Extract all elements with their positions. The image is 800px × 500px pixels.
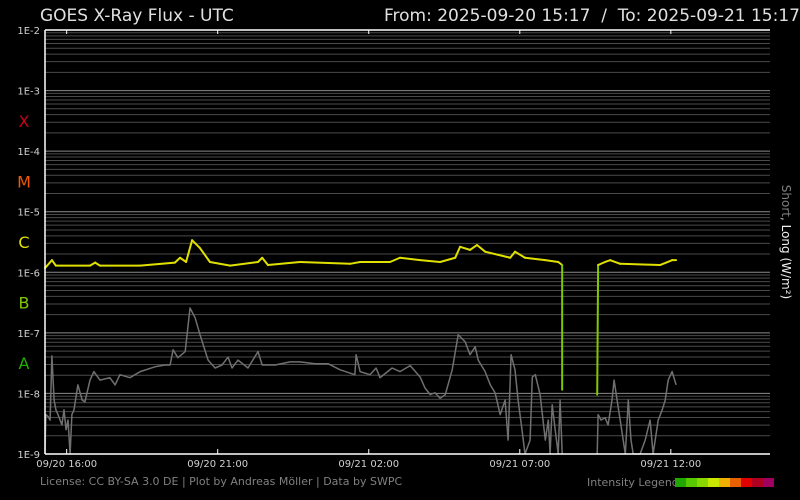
y-tick-label: 1E-3	[17, 87, 40, 98]
line-segment	[619, 262, 662, 267]
line-segment	[439, 256, 457, 263]
line-segment	[475, 244, 487, 253]
flare-class-A: A	[19, 354, 30, 373]
legend-swatch	[697, 478, 708, 487]
y-tick-label: 1E-4	[17, 147, 40, 158]
line-segment	[544, 259, 560, 263]
y-tick-label: 1E-6	[17, 268, 40, 279]
y-axis-label-short: Short	[779, 185, 793, 217]
x-tick-label: 09/21 07:00	[489, 459, 550, 470]
line-segment	[198, 247, 211, 263]
line-segment	[229, 260, 259, 267]
x-tick-label: 09/21 12:00	[640, 459, 701, 470]
line-segment	[597, 260, 607, 267]
line-path	[44, 307, 677, 455]
x-tick-label: 09/21 02:00	[338, 459, 399, 470]
footer-credits: License: CC BY-SA 3.0 DE | Plot by Andre…	[40, 475, 402, 488]
legend-swatch	[708, 478, 719, 487]
chart-title: GOES X-Ray Flux - UTC	[40, 6, 234, 26]
flare-class-B: B	[19, 294, 30, 313]
line-segment	[484, 250, 512, 259]
line-segment	[298, 260, 352, 265]
line-segment	[514, 250, 527, 259]
line-segment	[454, 245, 462, 259]
line-segment	[419, 259, 442, 263]
xray-flux-chart: GOES X-Ray Flux - UTC From: 2025-09-20 1…	[17, 6, 800, 489]
line-segment	[659, 259, 674, 267]
x-tick-label: 09/20 16:00	[36, 459, 97, 470]
line-segment	[50, 259, 57, 267]
intensity-legend-label: Intensity Legend	[587, 476, 679, 489]
x-tick-label: 09/20 21:00	[187, 459, 248, 470]
series-short	[44, 307, 677, 455]
line-segment	[191, 239, 201, 250]
legend-swatch	[719, 478, 730, 487]
y-tick-label: 1E-7	[17, 329, 40, 340]
legend-swatch	[752, 478, 763, 487]
line-segment	[173, 256, 182, 264]
line-segment	[398, 256, 422, 262]
y-axis-label-sep: ,	[779, 217, 793, 225]
time-range: From: 2025-09-20 15:17 / To: 2025-09-21 …	[384, 6, 800, 26]
legend-swatch	[686, 478, 697, 487]
line-segment	[596, 264, 600, 396]
legend-swatch	[675, 478, 686, 487]
y-axis-label-long: Long (W/m²)	[779, 225, 793, 300]
legend-swatch	[763, 478, 774, 487]
intensity-legend	[675, 478, 774, 487]
line-segment	[349, 260, 362, 265]
line-segment	[179, 256, 188, 263]
y-tick-label: 1E-8	[17, 389, 40, 400]
line-segment	[609, 259, 622, 265]
y-axis-label: Short, Long (W/m²)	[779, 185, 793, 299]
flare-class-C: C	[18, 233, 29, 252]
grid	[45, 32, 770, 455]
line-segment	[524, 256, 547, 262]
line-segment	[388, 256, 401, 263]
flare-class-X: X	[19, 112, 30, 131]
line-segment	[208, 260, 232, 267]
flare-class-M: M	[17, 172, 31, 191]
y-tick-label: 1E-5	[17, 208, 40, 219]
line-segment	[469, 244, 478, 251]
line-segment	[44, 259, 53, 270]
legend-swatch	[730, 478, 741, 487]
line-segment	[509, 250, 517, 259]
line-segment	[261, 256, 269, 267]
line-segment	[459, 245, 472, 251]
y-tick-label: 1E-2	[17, 26, 40, 37]
legend-swatch	[741, 478, 752, 487]
line-segment	[266, 260, 301, 267]
line-segment	[139, 261, 176, 267]
